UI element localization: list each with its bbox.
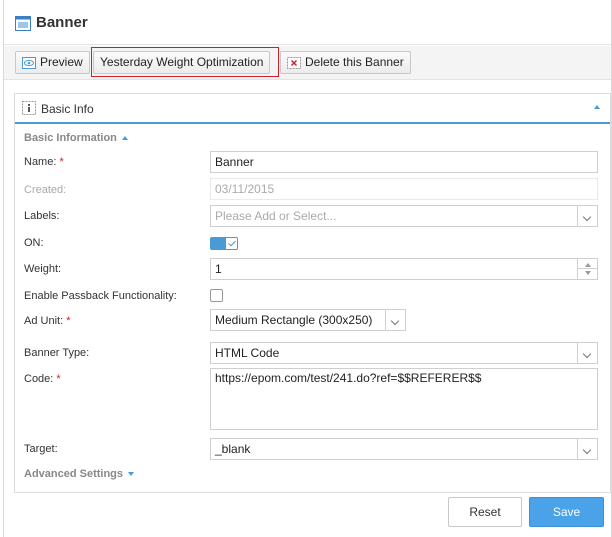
target-value: _blank bbox=[215, 442, 251, 456]
panel-title: Basic Info bbox=[41, 102, 94, 116]
advanced-settings-label: Advanced Settings bbox=[24, 468, 124, 480]
highlight-frame bbox=[91, 47, 279, 77]
basic-information-toggle[interactable]: Basic Information bbox=[24, 132, 128, 144]
caret-up-icon bbox=[121, 136, 128, 141]
delete-icon bbox=[287, 56, 301, 69]
labels-placeholder: Please Add or Select... bbox=[215, 209, 337, 223]
panel-header[interactable]: Basic Info bbox=[15, 94, 610, 124]
banner-type-value: HTML Code bbox=[215, 346, 280, 360]
eye-icon bbox=[22, 56, 36, 69]
ad-unit-value: Medium Rectangle (300x250) bbox=[215, 313, 373, 327]
stepper-up-icon[interactable] bbox=[585, 263, 591, 267]
check-icon bbox=[228, 238, 236, 247]
banner-type-select[interactable]: HTML Code bbox=[210, 342, 598, 364]
on-toggle[interactable] bbox=[210, 237, 238, 250]
page-title: Banner bbox=[36, 14, 88, 31]
save-button[interactable]: Save bbox=[529, 497, 604, 527]
created-field: 03/11/2015 bbox=[210, 178, 598, 200]
delete-label: Delete this Banner bbox=[305, 55, 404, 69]
on-label: ON: bbox=[24, 237, 44, 249]
created-label: Created: bbox=[24, 184, 67, 196]
required-marker: * bbox=[56, 373, 61, 385]
basic-info-panel: Basic Info Basic Information Name: * Ban… bbox=[14, 93, 611, 493]
name-label: Name: * bbox=[24, 156, 64, 168]
code-label: Code: * bbox=[24, 373, 61, 385]
labels-label: Labels: bbox=[24, 210, 60, 222]
name-label-text: Name: bbox=[24, 156, 57, 168]
code-label-text: Code: bbox=[24, 373, 54, 385]
reset-button[interactable]: Reset bbox=[448, 497, 522, 527]
collapse-caret-icon[interactable] bbox=[594, 105, 600, 109]
banner-window: Banner Preview Yesterday Weight Optimiza… bbox=[3, 0, 612, 537]
banner-type-label: Banner Type: bbox=[24, 347, 90, 359]
delete-banner-button[interactable]: Delete this Banner bbox=[280, 51, 411, 74]
weight-label: Weight: bbox=[24, 263, 62, 275]
passback-checkbox[interactable] bbox=[210, 289, 223, 302]
labels-select[interactable]: Please Add or Select... bbox=[210, 205, 598, 227]
chevron-down-icon[interactable] bbox=[385, 310, 405, 330]
target-select[interactable]: _blank bbox=[210, 438, 598, 460]
caret-down-icon bbox=[128, 472, 135, 477]
code-textarea[interactable]: https://epom.com/test/241.do?ref=$$REFER… bbox=[210, 368, 598, 430]
ad-unit-select[interactable]: Medium Rectangle (300x250) bbox=[210, 309, 406, 331]
toggle-knob bbox=[211, 238, 226, 249]
stepper-controls[interactable] bbox=[577, 259, 597, 279]
advanced-settings-toggle[interactable]: Advanced Settings bbox=[24, 468, 135, 480]
chevron-down-icon[interactable] bbox=[577, 206, 597, 226]
preview-button[interactable]: Preview bbox=[15, 51, 90, 74]
target-label: Target: bbox=[24, 443, 58, 455]
name-input[interactable]: Banner bbox=[210, 151, 598, 173]
weight-stepper[interactable]: 1 bbox=[210, 258, 598, 280]
ad-unit-label: Ad Unit: * bbox=[24, 315, 70, 327]
banner-icon bbox=[15, 16, 31, 31]
weight-value: 1 bbox=[215, 262, 222, 276]
chevron-down-icon[interactable] bbox=[577, 343, 597, 363]
title-bar: Banner bbox=[4, 0, 611, 45]
info-icon bbox=[22, 101, 36, 115]
stepper-divider bbox=[578, 268, 597, 269]
preview-label: Preview bbox=[40, 55, 83, 69]
chevron-down-icon[interactable] bbox=[577, 439, 597, 459]
required-marker: * bbox=[66, 315, 71, 327]
stepper-down-icon[interactable] bbox=[585, 271, 591, 275]
ad-unit-label-text: Ad Unit: bbox=[24, 315, 64, 327]
required-marker: * bbox=[59, 156, 64, 168]
passback-label: Enable Passback Functionality: bbox=[24, 290, 177, 302]
basic-information-label: Basic Information bbox=[24, 132, 117, 144]
